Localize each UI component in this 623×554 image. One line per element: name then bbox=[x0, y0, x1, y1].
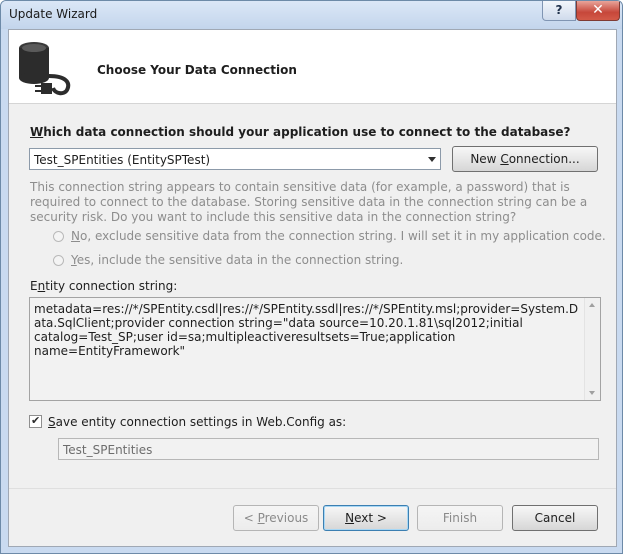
exclude-accel: N bbox=[71, 229, 80, 243]
new-connection-label-post: onnection... bbox=[508, 152, 580, 166]
question-text: hich data connection should your applica… bbox=[43, 125, 571, 139]
database-plug-icon bbox=[19, 42, 71, 96]
wizard-window: Update Wizard ? ✕ Choose Your Data Conne… bbox=[0, 0, 623, 554]
page-title: Choose Your Data Connection bbox=[97, 63, 297, 77]
window-title: Update Wizard bbox=[9, 7, 98, 21]
include-text: es, include the sensitive data in the co… bbox=[76, 253, 404, 267]
question-accel: W bbox=[30, 125, 44, 139]
previous-accel: P bbox=[257, 511, 265, 525]
vertical-scrollbar[interactable] bbox=[584, 298, 600, 400]
title-bar[interactable]: Update Wizard ? ✕ bbox=[1, 1, 622, 29]
save-settings-checkbox[interactable]: ✔ bbox=[29, 414, 42, 428]
chevron-down-icon bbox=[428, 157, 436, 162]
previous-label-pre: < bbox=[243, 511, 258, 525]
data-connection-dropdown[interactable]: Test_SPEntities (EntitySPTest) bbox=[29, 148, 441, 170]
save-settings-label: Save entity connection settings in Web.C… bbox=[48, 415, 346, 429]
entity-label-pre: E bbox=[30, 279, 38, 293]
include-sensitive-label: Yes, include the sensitive data in the c… bbox=[71, 253, 403, 267]
new-connection-button[interactable]: New Connection... bbox=[452, 146, 598, 172]
entity-connection-string-textarea[interactable]: metadata=res://*/SPEntity.csdl|res://*/S… bbox=[29, 297, 601, 401]
next-label-post: ext > bbox=[354, 511, 387, 525]
entity-connection-label: Entity connection string: bbox=[30, 279, 177, 293]
save-text: ave entity connection settings in Web.Co… bbox=[55, 415, 347, 429]
sensitive-data-warning: This connection string appears to contai… bbox=[30, 180, 588, 224]
previous-label-post: revious bbox=[264, 511, 309, 525]
checkmark-icon: ✔ bbox=[31, 414, 41, 427]
next-button[interactable]: Next > bbox=[323, 505, 409, 531]
save-accel: S bbox=[48, 415, 56, 429]
data-connection-selected: Test_SPEntities (EntitySPTest) bbox=[34, 153, 211, 167]
new-connection-accel: C bbox=[500, 152, 509, 166]
wizard-client-area: Choose Your Data Connection Which data c… bbox=[8, 29, 617, 547]
finish-button[interactable]: Finish bbox=[417, 505, 503, 531]
exclude-text: o, exclude sensitive data from the conne… bbox=[79, 229, 606, 243]
include-sensitive-radio[interactable] bbox=[53, 255, 64, 266]
close-button[interactable]: ✕ bbox=[576, 1, 620, 21]
scroll-up-icon[interactable] bbox=[589, 303, 595, 307]
cancel-button[interactable]: Cancel bbox=[512, 505, 598, 531]
next-accel: N bbox=[345, 511, 355, 525]
web-config-name-value: Test_SPEntities bbox=[63, 443, 153, 457]
web-config-name-input[interactable]: Test_SPEntities bbox=[58, 438, 599, 460]
previous-button[interactable]: < Previous bbox=[233, 505, 319, 531]
footer-divider bbox=[9, 488, 616, 489]
help-button[interactable]: ? bbox=[542, 1, 576, 21]
wizard-header: Choose Your Data Connection bbox=[9, 30, 616, 104]
exclude-sensitive-label: No, exclude sensitive data from the conn… bbox=[71, 229, 606, 243]
entity-connection-string-value: metadata=res://*/SPEntity.csdl|res://*/S… bbox=[34, 302, 579, 358]
exclude-sensitive-radio[interactable] bbox=[53, 231, 64, 242]
entity-label-post: tity connection string: bbox=[45, 279, 178, 293]
connection-question-label: Which data connection should your applic… bbox=[30, 125, 571, 139]
scroll-down-icon[interactable] bbox=[589, 391, 595, 395]
new-connection-label-pre: New bbox=[470, 152, 501, 166]
